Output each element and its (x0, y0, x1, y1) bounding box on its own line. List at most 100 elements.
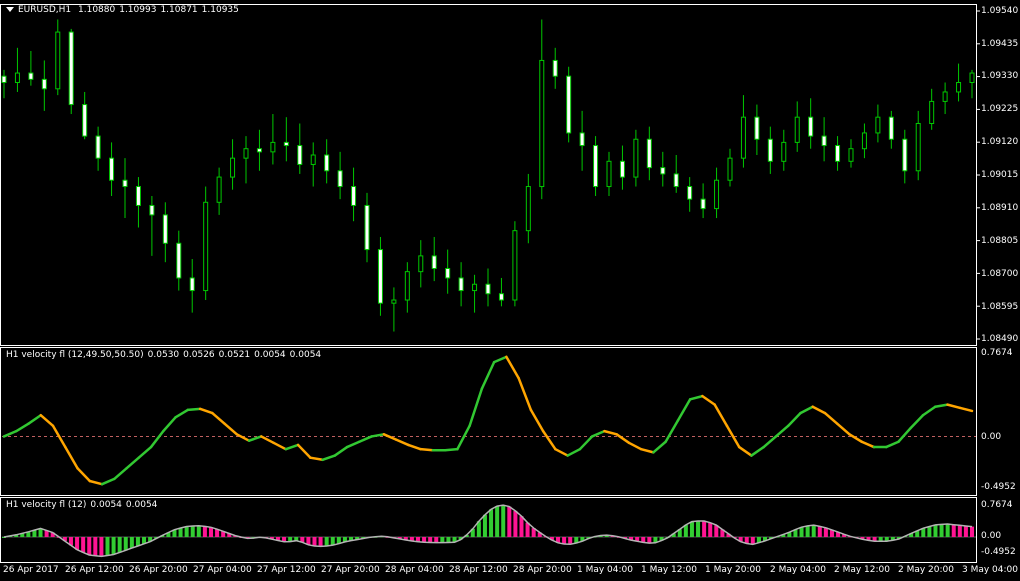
velocity-hist-bar (939, 524, 944, 537)
candle-body (472, 283, 478, 292)
dropdown-triangle-icon[interactable] (6, 6, 14, 12)
velocity-hist-bar (117, 537, 122, 553)
time-label: 27 Apr 04:00 (193, 565, 252, 575)
velocity-line-segment (590, 429, 606, 438)
candle-body (310, 154, 316, 165)
velocity-hist-bar (111, 537, 116, 555)
candle-body (767, 138, 773, 162)
velocity-line-segment (186, 407, 202, 412)
candle-body (14, 72, 20, 84)
indicator1-scale-max: 0.7674 (981, 348, 1013, 358)
candle-body (82, 104, 88, 137)
velocity-line-segment (76, 467, 92, 483)
candle-body (929, 100, 935, 124)
velocity-hist-bar (99, 537, 104, 557)
indicator2-header: H1 velocity fl (12) 0.0054 0.0054 (6, 500, 161, 511)
velocity-line-segment (247, 435, 263, 442)
velocity-hist-bar (708, 522, 713, 537)
candle-body (512, 230, 518, 301)
candle-body (364, 204, 370, 251)
velocity-hist-bar (434, 537, 439, 543)
candle-body (230, 157, 236, 178)
candle-body (377, 249, 383, 304)
price-label: 1.08910 (981, 203, 1019, 213)
candle-body (888, 116, 894, 140)
candle-body (539, 59, 545, 188)
velocity-hist-bar (208, 527, 213, 537)
time-label: 28 Apr 20:00 (513, 565, 572, 575)
velocity-hist-bar (184, 526, 189, 537)
candle-body (673, 173, 679, 188)
price-label: 1.08490 (981, 334, 1019, 344)
candle-body (606, 160, 612, 188)
velocity-hist-bar (446, 537, 451, 543)
candle-body (337, 170, 343, 188)
velocity-line-segment (848, 433, 863, 444)
indicator1-scale-zero: 0.00 (981, 432, 1002, 442)
velocity-line-segment (223, 422, 239, 436)
candle-body (593, 145, 599, 188)
velocity-line-segment (786, 411, 802, 428)
candle-body (431, 255, 437, 269)
velocity-hist-bar (507, 506, 512, 537)
velocity-hist-bar (945, 524, 950, 537)
candle-body (95, 135, 101, 159)
price-label: 1.09120 (981, 137, 1019, 147)
price-label: 1.08805 (981, 236, 1019, 246)
velocity-hist-bar (970, 526, 974, 537)
velocity-hist-bar (330, 537, 335, 546)
candle-body (821, 135, 827, 147)
candle-body (458, 277, 464, 292)
velocity-hist-bar (135, 537, 140, 546)
candle-body (216, 176, 222, 203)
velocity-line-segment (480, 360, 496, 390)
velocity-line-segment (137, 445, 153, 459)
candle-body (498, 293, 504, 301)
velocity-hist-bar (927, 526, 932, 537)
velocity-hist-bar (129, 537, 134, 549)
velocity-line-segment (664, 419, 680, 444)
price-label: 1.08595 (981, 302, 1019, 312)
velocity-hist-bar (501, 505, 506, 537)
candle-body (619, 160, 625, 178)
candle-body (902, 138, 908, 172)
velocity-hist-bar (957, 525, 962, 537)
candle-body (915, 122, 921, 172)
velocity-line-segment (958, 406, 974, 413)
candle-body (727, 157, 733, 181)
velocity-line-segment (309, 456, 324, 462)
velocity-line-segment (162, 416, 177, 433)
velocity-line-segment (15, 422, 30, 433)
velocity-hist-bar (482, 514, 487, 537)
indicator2-scale-max: 0.7674 (981, 500, 1013, 510)
velocity-hist-bar (38, 528, 43, 537)
velocity-line-segment (933, 403, 949, 408)
velocity-line-segment (260, 435, 275, 445)
price-label: 1.08700 (981, 269, 1019, 279)
candle-body (324, 154, 330, 172)
candle-body (68, 31, 74, 106)
velocity-line-segment (774, 424, 790, 438)
candle-body (848, 148, 854, 162)
indicator1-frame (0, 347, 977, 496)
time-label: 2 May 20:00 (898, 565, 954, 575)
candle-body (835, 145, 841, 162)
candle-body (149, 204, 155, 216)
candle-body (861, 132, 867, 150)
candle-body (445, 267, 451, 279)
candle-body (176, 242, 182, 279)
price-label: 1.09015 (981, 170, 1019, 180)
candle-body (162, 214, 168, 244)
candle-body (297, 145, 303, 165)
trading-chart[interactable] (0, 0, 1020, 581)
candle-body (270, 141, 276, 153)
time-label: 2 May 04:00 (770, 565, 826, 575)
velocity-line-segment (235, 433, 251, 442)
velocity-hist-bar (324, 537, 329, 546)
velocity-line-segment (627, 441, 643, 451)
velocity-hist-bar (689, 521, 694, 537)
velocity-hist-bar (696, 521, 701, 537)
candle-body (633, 138, 639, 178)
ohlc-close: 1.10935 (201, 5, 239, 15)
indicator2-scale-zero: 0.00 (981, 531, 1002, 541)
